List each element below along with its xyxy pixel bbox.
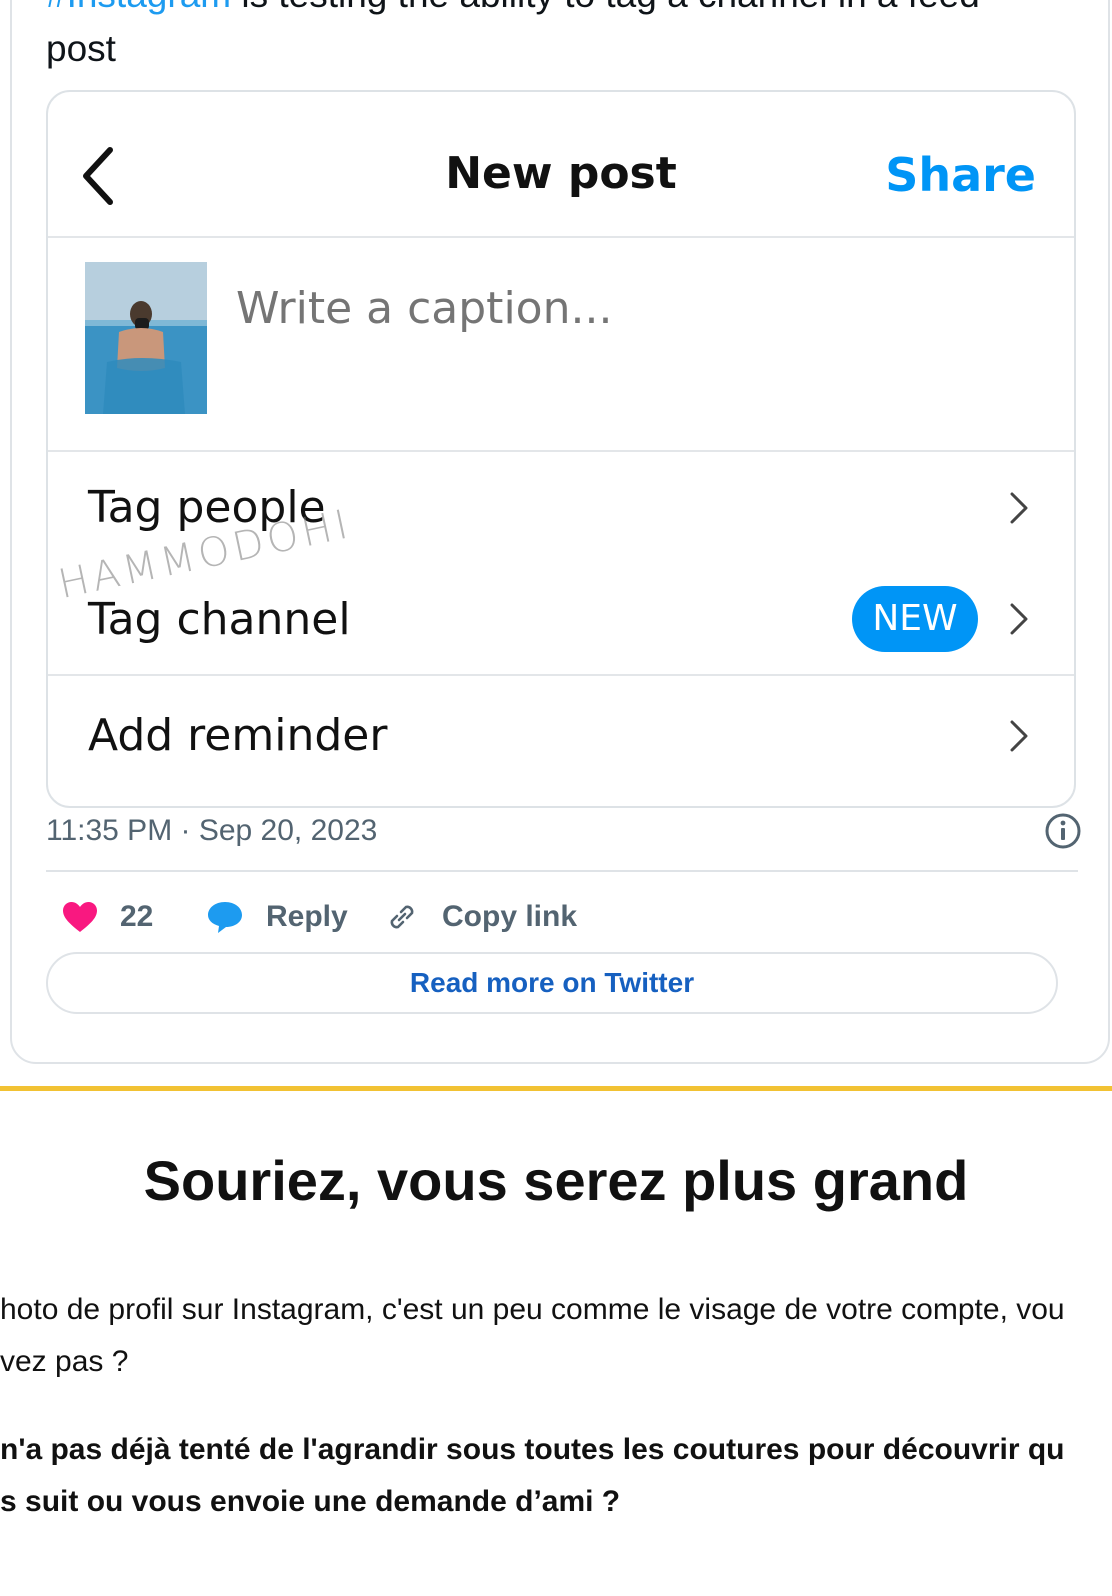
menu-label-add-reminder: Add reminder [88, 710, 388, 761]
article-paragraph-2: n'a pas déjà tenté de l'agrandir sous to… [0, 1424, 1112, 1528]
info-icon[interactable] [1044, 812, 1082, 850]
caption-input[interactable] [234, 282, 1018, 335]
reply-bubble-icon [208, 902, 242, 933]
reply-label: Reply [266, 900, 348, 933]
chevron-right-icon [1010, 492, 1028, 524]
tweet-timestamp[interactable]: 11:35 PM · Sep 20, 2023 [46, 814, 377, 848]
page: #Instagram is testing the ability to tag… [0, 0, 1112, 1596]
menu-label-tag-channel: Tag channel [88, 594, 351, 645]
copy-link-label: Copy link [442, 900, 578, 933]
tweet-separator [46, 870, 1078, 872]
paragraph-2-line-2: s suit ou vous envoie une demande d’ami … [0, 1485, 621, 1518]
hashtag-link[interactable]: #Instagram [46, 0, 231, 15]
menu-label-tag-people: Tag people [88, 482, 326, 533]
instagram-new-post-screenshot: New post Share Write a caption... Tag pe… [46, 90, 1076, 808]
share-button[interactable]: Share [885, 148, 1036, 202]
tweet-actions: 22 Reply Copy link [46, 892, 1046, 942]
paragraph-1-line-1: hoto de profil sur Instagram, c'est un p… [0, 1293, 1065, 1326]
article-paragraph-1: hoto de profil sur Instagram, c'est un p… [0, 1284, 1112, 1388]
read-more-on-twitter-button[interactable]: Read more on Twitter [46, 952, 1058, 1014]
chevron-right-icon [1010, 603, 1028, 635]
menu-row-tag-people[interactable]: Tag people [48, 452, 1074, 564]
new-badge: NEW [852, 586, 978, 652]
copy-link-button[interactable]: Copy link [384, 892, 577, 942]
paragraph-2-line-1: n'a pas déjà tenté de l'agrandir sous to… [0, 1433, 1065, 1466]
tweet-text-rest: is testing the ability to tag a channel … [231, 0, 979, 15]
article-heading: Souriez, vous serez plus grand [143, 1149, 969, 1212]
likes-count: 22 [120, 900, 154, 933]
tweet-text: #Instagram is testing the ability to tag… [46, 0, 1086, 76]
menu-row-tag-channel[interactable]: Tag channel NEW [48, 564, 1074, 672]
caption-row [48, 238, 1074, 452]
like-button[interactable]: 22 [62, 892, 153, 942]
tweet-text-line-2: post [46, 28, 116, 69]
ig-header: New post Share [48, 92, 1074, 238]
paragraph-1-line-2: vez pas ? [0, 1345, 129, 1378]
post-thumbnail [85, 262, 207, 414]
menu-row-add-reminder[interactable]: Add reminder [48, 676, 1074, 788]
chevron-right-icon [1010, 720, 1028, 752]
reply-button[interactable]: Reply [206, 892, 348, 942]
tweet-text-line-1: #Instagram is testing the ability to tag… [46, 0, 1086, 22]
section-divider [0, 1086, 1112, 1091]
embedded-tweet-card: #Instagram is testing the ability to tag… [10, 0, 1110, 1064]
heart-icon [63, 902, 97, 932]
link-icon [390, 905, 414, 929]
thumbnail-image-icon [85, 262, 207, 414]
